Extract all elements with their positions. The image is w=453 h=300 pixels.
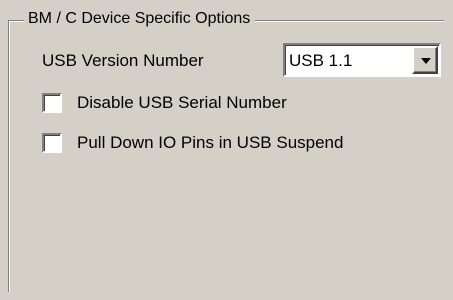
pull-down-io-pins-label: Pull Down IO Pins in USB Suspend (77, 133, 344, 152)
dropdown-button[interactable] (412, 46, 438, 74)
usb-version-select[interactable]: USB 1.1 (283, 43, 441, 77)
chevron-down-icon (421, 58, 431, 64)
usb-version-selected-value: USB 1.1 (289, 51, 353, 70)
pull-down-io-pins-checkbox[interactable] (42, 133, 62, 153)
disable-usb-serial-number-checkbox[interactable] (42, 93, 62, 113)
usb-version-label: USB Version Number (42, 51, 204, 70)
disable-usb-serial-number-label: Disable USB Serial Number (77, 93, 287, 112)
group-title: BM / C Device Specific Options (24, 9, 256, 29)
